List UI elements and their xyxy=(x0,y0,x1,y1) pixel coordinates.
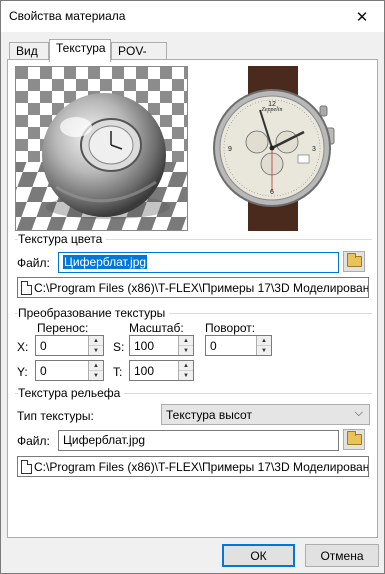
tab-texture[interactable]: Текстура xyxy=(49,39,111,62)
spin-down-icon[interactable]: ▼ xyxy=(179,371,193,380)
cancel-button[interactable]: Отмена xyxy=(305,544,379,567)
folder-icon xyxy=(346,253,362,267)
offset-label: Перенос: xyxy=(37,321,89,335)
s-label: S: xyxy=(113,340,125,354)
material-properties-window: Свойства материала ✕ Вид Текстура POV-Ra… xyxy=(0,0,385,574)
window-title: Свойства материала xyxy=(9,9,126,23)
spin-up-icon[interactable]: ▲ xyxy=(89,336,103,346)
color-file-label: Файл: xyxy=(17,256,50,270)
texture-type-select[interactable]: Текстура высот ⌵ xyxy=(161,404,370,425)
material-preview-image xyxy=(15,66,188,231)
offset-y-spinner[interactable]: 0 ▲ ▼ xyxy=(35,360,104,381)
rotation-label: Поворот: xyxy=(205,321,256,335)
spin-up-icon[interactable]: ▲ xyxy=(257,336,271,346)
relief-file-label: Файл: xyxy=(17,434,50,448)
color-path-text: C:\Program Files (x86)\T-FLEX\Примеры 17… xyxy=(34,280,369,295)
spin-down-icon[interactable]: ▼ xyxy=(179,346,193,355)
spin-up-icon[interactable]: ▲ xyxy=(179,336,193,346)
spin-up-icon[interactable]: ▲ xyxy=(179,361,193,371)
rotation-value: 0 xyxy=(210,339,217,353)
relief-file-value: Циферблат.jpg xyxy=(63,433,146,447)
spin-down-icon[interactable]: ▼ xyxy=(89,371,103,380)
svg-text:9: 9 xyxy=(228,146,232,153)
texture-type-label: Тип текстуры: xyxy=(17,409,94,423)
scale-s-value: 100 xyxy=(134,339,155,353)
relief-path-field: C:\Program Files (x86)\T-FLEX\Примеры 17… xyxy=(17,456,369,477)
title-bar: Свойства материала ✕ xyxy=(1,1,384,32)
relief-texture-group-label: Текстура рельефа xyxy=(18,386,125,400)
spin-down-icon[interactable]: ▼ xyxy=(257,346,271,355)
offset-x-value: 0 xyxy=(40,339,47,353)
color-browse-button[interactable] xyxy=(343,251,365,272)
svg-text:3: 3 xyxy=(312,146,316,153)
offset-x-spinner[interactable]: 0 ▲ ▼ xyxy=(35,335,104,356)
y-label: Y: xyxy=(17,365,28,379)
rotation-spinner[interactable]: 0 ▲ ▼ xyxy=(205,335,272,356)
svg-text:12: 12 xyxy=(268,101,276,108)
transform-group-label: Преобразование текстуры xyxy=(18,306,170,320)
color-file-input[interactable]: Циферблат.jpg xyxy=(58,252,339,273)
x-label: X: xyxy=(17,340,29,354)
spin-up-icon[interactable]: ▲ xyxy=(89,361,103,371)
texture-source-image: Zeppelin 12 3 6 9 xyxy=(202,66,342,231)
document-icon xyxy=(21,459,32,474)
document-icon xyxy=(21,280,32,295)
offset-y-value: 0 xyxy=(40,364,47,378)
relief-file-input[interactable]: Циферблат.jpg xyxy=(58,430,339,451)
relief-browse-button[interactable] xyxy=(343,429,365,450)
chevron-down-icon: ⌵ xyxy=(354,407,363,419)
close-icon[interactable]: ✕ xyxy=(340,1,384,32)
color-file-value: Циферблат.jpg xyxy=(63,255,148,269)
scale-t-value: 100 xyxy=(134,364,155,378)
spin-down-icon[interactable]: ▼ xyxy=(89,346,103,355)
folder-icon xyxy=(346,431,362,445)
texture-panel: Zeppelin 12 3 6 9 Текстура цвета Файл: Ц… xyxy=(7,59,378,538)
texture-type-value: Текстура высот xyxy=(166,408,252,422)
relief-path-text: C:\Program Files (x86)\T-FLEX\Примеры 17… xyxy=(34,459,369,474)
color-path-field: C:\Program Files (x86)\T-FLEX\Примеры 17… xyxy=(17,277,369,298)
ok-button[interactable]: ОК xyxy=(222,544,295,567)
scale-label: Масштаб: xyxy=(129,321,184,335)
scale-t-spinner[interactable]: 100 ▲ ▼ xyxy=(129,360,194,381)
scale-s-spinner[interactable]: 100 ▲ ▼ xyxy=(129,335,194,356)
color-texture-group-label: Текстура цвета xyxy=(18,232,107,246)
t-label: T: xyxy=(113,365,123,379)
